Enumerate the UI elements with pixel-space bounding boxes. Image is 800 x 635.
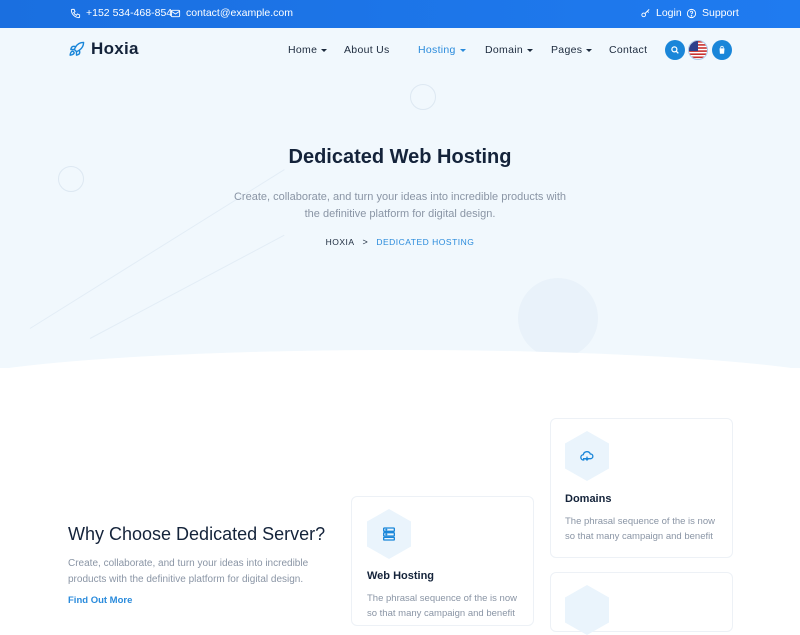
search-button[interactable] bbox=[665, 40, 685, 60]
feature-title: Domains bbox=[565, 493, 611, 505]
cart-button[interactable] bbox=[712, 40, 732, 60]
email-address: contact@example.com bbox=[186, 7, 293, 19]
nav-pages-label: Pages bbox=[551, 44, 582, 56]
nav-contact[interactable]: Contact bbox=[609, 44, 647, 56]
breadcrumb-current: DEDICATED HOSTING bbox=[376, 237, 474, 247]
feature-icon-badge bbox=[565, 431, 609, 481]
top-bar: +152 534-468-854 contact@example.com Log… bbox=[0, 0, 800, 28]
page-subtitle: Create, collaborate, and turn your ideas… bbox=[230, 189, 570, 222]
shopping-bag-icon bbox=[717, 45, 727, 55]
login-link[interactable]: Login bbox=[640, 7, 682, 19]
brand-name: Hoxia bbox=[91, 39, 139, 59]
decor-line bbox=[90, 235, 285, 339]
brand-logo[interactable]: Hoxia bbox=[68, 39, 139, 59]
rocket-icon bbox=[68, 41, 85, 58]
phone-icon bbox=[70, 8, 81, 19]
feature-card-domains[interactable]: Domains The phrasal sequence of the is n… bbox=[550, 418, 733, 558]
feature-title: Web Hosting bbox=[367, 570, 434, 582]
nav-pages[interactable]: Pages bbox=[551, 44, 592, 56]
language-selector[interactable] bbox=[688, 40, 708, 60]
nav-domain-label: Domain bbox=[485, 44, 523, 56]
nav-hosting-label: Hosting bbox=[418, 44, 456, 56]
phone-number: +152 534-468-854 bbox=[86, 7, 172, 19]
nav-home-label: Home bbox=[288, 44, 317, 56]
page-title: Dedicated Web Hosting bbox=[0, 146, 800, 169]
nav-domain[interactable]: Domain bbox=[485, 44, 533, 56]
nav-hosting[interactable]: Hosting bbox=[418, 44, 466, 56]
support-label: Support bbox=[702, 7, 739, 19]
nav-contact-label: Contact bbox=[609, 44, 647, 56]
chevron-down-icon bbox=[586, 49, 592, 52]
chevron-down-icon bbox=[527, 49, 533, 52]
chevron-down-icon bbox=[321, 49, 327, 52]
decor-circle bbox=[410, 84, 436, 110]
section-title: Why Choose Dedicated Server? bbox=[68, 524, 325, 545]
login-label: Login bbox=[656, 7, 682, 19]
feature-card-web-hosting[interactable]: Web Hosting The phrasal sequence of the … bbox=[351, 496, 534, 626]
find-out-more-link[interactable]: Find Out More bbox=[68, 595, 132, 606]
section-description: Create, collaborate, and turn your ideas… bbox=[68, 556, 318, 588]
nav-about[interactable]: About Us bbox=[344, 44, 390, 56]
feature-card[interactable] bbox=[550, 572, 733, 632]
decor-blob bbox=[518, 278, 598, 358]
server-icon bbox=[381, 526, 397, 542]
envelope-icon bbox=[170, 8, 181, 19]
feature-text: The phrasal sequence of the is now so th… bbox=[367, 592, 527, 621]
breadcrumb: HOXIA > DEDICATED HOSTING bbox=[0, 237, 800, 247]
cloud-icon bbox=[579, 448, 595, 464]
feature-icon-badge bbox=[565, 585, 609, 635]
nav-home[interactable]: Home bbox=[288, 44, 327, 56]
chevron-down-icon bbox=[460, 49, 466, 52]
feature-icon-badge bbox=[367, 509, 411, 559]
feature-text: The phrasal sequence of the is now so th… bbox=[565, 515, 725, 544]
email-contact[interactable]: contact@example.com bbox=[170, 7, 293, 19]
phone-contact[interactable]: +152 534-468-854 bbox=[70, 7, 172, 19]
breadcrumb-home[interactable]: HOXIA bbox=[326, 237, 355, 247]
support-link[interactable]: Support bbox=[686, 7, 739, 19]
key-icon bbox=[640, 8, 651, 19]
breadcrumb-separator: > bbox=[363, 237, 369, 247]
search-icon bbox=[670, 45, 680, 55]
help-circle-icon bbox=[686, 8, 697, 19]
decor-circle bbox=[58, 166, 84, 192]
hero-bottom-curve bbox=[0, 350, 800, 368]
nav-about-label: About Us bbox=[344, 44, 390, 56]
